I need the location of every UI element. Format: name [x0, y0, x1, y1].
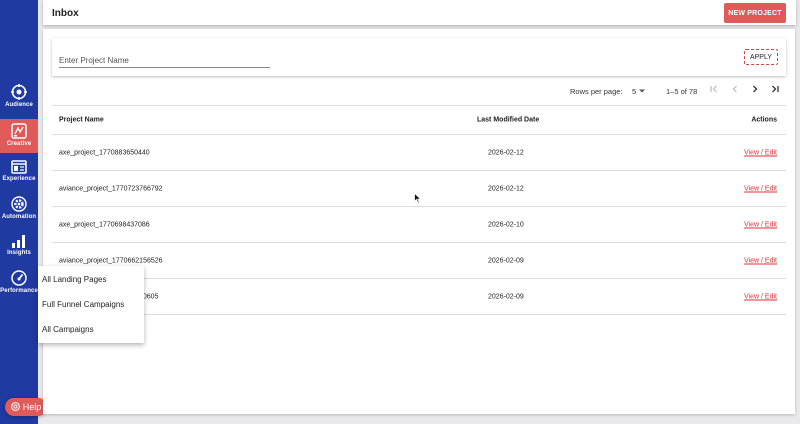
- column-header-last-modified[interactable]: Last Modified Date: [477, 117, 539, 124]
- table-row: 60605 2026-02-09 View / Edit: [52, 279, 786, 315]
- help-label: Help: [22, 402, 42, 412]
- rows-per-page-label: Rows per page:: [570, 87, 623, 96]
- sidebar: Audience Creative Experience Automation …: [0, 0, 38, 424]
- audience-icon: [11, 84, 27, 100]
- pagination-range: 1–5 of 78: [666, 87, 698, 96]
- sidebar-item-audience[interactable]: Audience: [0, 84, 38, 114]
- sidebar-item-label: Insights: [7, 250, 31, 256]
- project-name-cell: axe_project_1770883650440: [59, 149, 150, 156]
- insights-icon: [11, 234, 27, 248]
- next-page-icon[interactable]: [750, 84, 760, 97]
- top-bar: Inbox NEW PROJECT: [43, 0, 796, 25]
- automation-icon: [11, 196, 27, 212]
- mouse-cursor-icon: [414, 191, 422, 209]
- performance-icon: [11, 270, 27, 286]
- sidebar-item-label: Audience: [5, 102, 33, 108]
- sidebar-item-label: Creative: [6, 141, 32, 147]
- sidebar-item-automation[interactable]: Automation: [0, 196, 38, 226]
- submenu-item-full-funnel-campaigns[interactable]: Full Funnel Campaigns: [42, 300, 124, 309]
- sidebar-item-label: Experience: [2, 176, 36, 182]
- table-row: axe_project_1770698437086 2026-02-10 Vie…: [52, 207, 786, 243]
- sidebar-item-label: Automation: [1, 214, 37, 220]
- sidebar-item-experience[interactable]: Experience: [0, 160, 38, 190]
- view-edit-link[interactable]: View / Edit: [744, 257, 777, 264]
- submenu-item-all-campaigns[interactable]: All Campaigns: [42, 325, 94, 334]
- project-name-cell: axe_project_1770698437086: [59, 221, 150, 228]
- table-row: aviance_project_1770662156526 2026-02-09…: [52, 243, 786, 279]
- creative-icon: [11, 123, 27, 139]
- rows-per-page-select[interactable]: 5: [632, 87, 649, 105]
- first-page-icon[interactable]: [709, 84, 719, 97]
- apply-button[interactable]: APPLY: [744, 49, 778, 65]
- sidebar-item-label: Performance: [0, 288, 38, 294]
- project-name-input[interactable]: [59, 53, 270, 68]
- date-cell: 2026-02-10: [488, 221, 524, 228]
- date-cell: 2026-02-12: [488, 185, 524, 192]
- filter-card: APPLY: [52, 38, 786, 76]
- table-row: axe_project_1770883650440 2026-02-12 Vie…: [52, 135, 786, 171]
- view-edit-link[interactable]: View / Edit: [744, 149, 777, 156]
- sidebar-item-performance[interactable]: Performance: [0, 270, 38, 300]
- date-cell: 2026-02-09: [488, 293, 524, 300]
- submenu-item-all-landing-pages[interactable]: All Landing Pages: [42, 275, 107, 284]
- chevron-down-icon: [639, 87, 646, 105]
- rows-per-page-value: 5: [632, 87, 637, 96]
- date-cell: 2026-02-12: [488, 149, 524, 156]
- column-header-project-name[interactable]: Project Name: [59, 117, 104, 124]
- help-icon: [10, 401, 20, 413]
- page-title: Inbox: [52, 8, 79, 19]
- table-header: Project Name Last Modified Date Actions: [52, 105, 786, 135]
- view-edit-link[interactable]: View / Edit: [744, 185, 777, 192]
- experience-icon: [11, 160, 27, 174]
- help-button[interactable]: Help: [5, 398, 47, 416]
- new-project-button[interactable]: NEW PROJECT: [724, 3, 786, 23]
- column-header-actions: Actions: [751, 116, 777, 124]
- project-name-cell: aviance_project_1770662156526: [59, 257, 163, 264]
- performance-submenu: All Landing Pages Full Funnel Campaigns …: [38, 266, 144, 343]
- sidebar-item-insights[interactable]: Insights: [0, 234, 38, 262]
- project-name-cell: aviance_project_1770723766792: [59, 185, 163, 192]
- view-edit-link[interactable]: View / Edit: [744, 293, 777, 300]
- date-cell: 2026-02-09: [488, 257, 524, 264]
- last-page-icon[interactable]: [770, 84, 780, 97]
- previous-page-icon[interactable]: [730, 84, 740, 97]
- main-panel: APPLY Rows per page: 5 1–5 of 78 Project…: [43, 29, 795, 414]
- view-edit-link[interactable]: View / Edit: [744, 221, 777, 228]
- sidebar-item-creative[interactable]: Creative: [0, 119, 38, 153]
